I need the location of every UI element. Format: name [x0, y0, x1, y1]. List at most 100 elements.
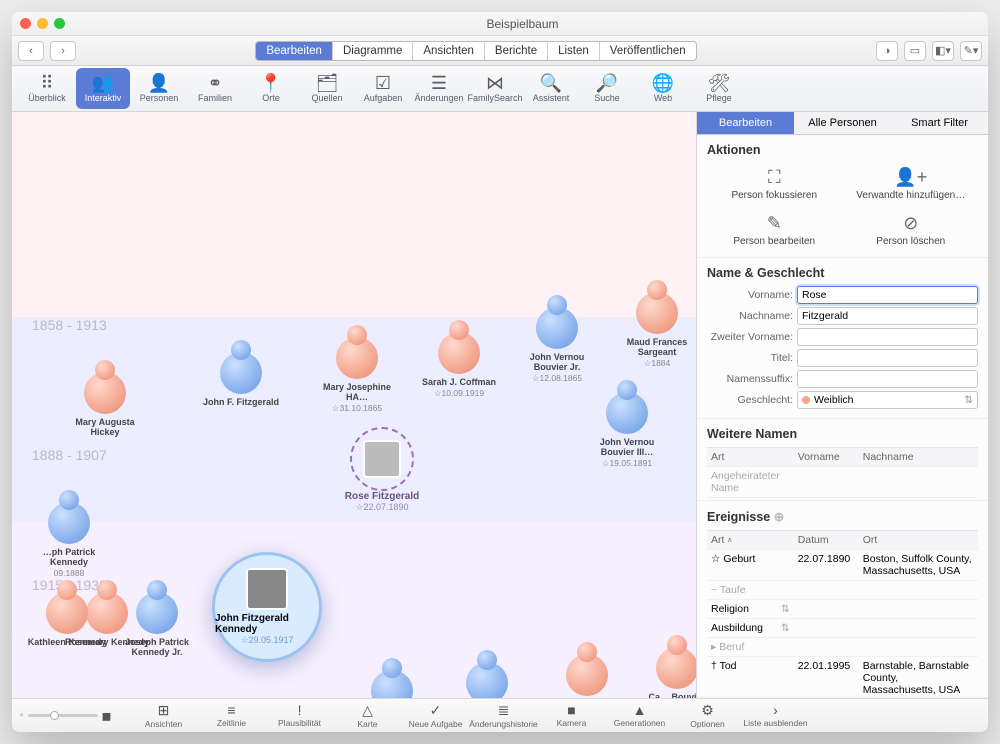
person-node[interactable]: Carolyn BESSETTE☆07.01.1966 — [542, 654, 632, 698]
info-icon[interactable]: ◑ — [876, 41, 898, 61]
seg-listen[interactable]: Listen — [548, 42, 600, 60]
tool-assistent[interactable]: 🔍Assistent — [524, 68, 578, 109]
close-icon[interactable] — [20, 18, 31, 29]
person-node[interactable]: Mary Josephine HA…☆31.10.1865 — [312, 337, 402, 414]
action-verwandte-hinzuf-gen-[interactable]: 👤+Verwandte hinzufügen… — [844, 163, 979, 205]
vorname-input[interactable] — [797, 286, 978, 304]
geschlecht-select[interactable]: Weiblich⇅ — [797, 391, 978, 409]
änderungen-icon: ☰ — [431, 74, 447, 92]
back-button[interactable]: ‹ — [18, 41, 44, 61]
web-icon: 🌐 — [652, 74, 674, 92]
nachname-input[interactable] — [797, 307, 978, 325]
seg-berichte[interactable]: Berichte — [485, 42, 548, 60]
tool-pflege[interactable]: 🛠Pflege — [692, 68, 746, 109]
bust-icon — [636, 292, 678, 334]
tree-canvas[interactable]: Rose Fitzgerald ☆22.07.1890 John Fitzger… — [12, 112, 696, 698]
person-node[interactable]: John F. Fitzgerald — [196, 352, 286, 408]
btool-karte[interactable]: △Karte — [334, 702, 402, 729]
action-person-fokussieren[interactable]: ⛶Person fokussieren — [707, 163, 842, 205]
era-label: 1888 - 1907 — [32, 447, 107, 463]
bottombar: ▫ ◼ ⊞Ansichten≡Zeitlinie!Plausibilität△K… — [12, 698, 988, 732]
photo-icon — [246, 568, 288, 610]
tool-suche[interactable]: 🔎Suche — [580, 68, 634, 109]
topbar-right: ◑ ▭ ◧▾ ✎▾ — [876, 41, 982, 61]
bust-icon — [536, 307, 578, 349]
btool-kamera[interactable]: ■Kamera — [538, 702, 606, 729]
tool-personen[interactable]: 👤Personen — [132, 68, 186, 109]
btool-optionen[interactable]: ⚙Optionen — [674, 702, 742, 729]
name-heading: Name & Geschlecht — [707, 266, 978, 280]
person-rose-selected[interactable]: Rose Fitzgerald ☆22.07.1890 — [322, 427, 442, 513]
zoom-icon[interactable] — [54, 18, 65, 29]
photo-icon — [363, 440, 401, 478]
btool-neue-aufgabe[interactable]: ✓Neue Aufgabe — [402, 702, 470, 729]
main-segmented: BearbeitenDiagrammeAnsichtenBerichteList… — [255, 41, 696, 61]
event-row[interactable]: ~ Taufe — [707, 581, 978, 600]
event-row[interactable]: Ausbildung ⇅ — [707, 619, 978, 638]
weitere-table: ArtVornameNachname Angeheirateter Name — [707, 447, 978, 498]
tool-familysearch[interactable]: ⋈FamilySearch — [468, 68, 522, 109]
zweiter-vorname-input[interactable] — [797, 328, 978, 346]
sidebar-tabs: BearbeitenAlle PersonenSmart Filter — [697, 112, 988, 135]
tag-icon[interactable]: ✎▾ — [960, 41, 982, 61]
seg-ansichten[interactable]: Ansichten — [413, 42, 485, 60]
bookmark-icon[interactable]: ◧▾ — [932, 41, 954, 61]
btool-ansichten[interactable]: ⊞Ansichten — [130, 702, 198, 729]
action-person-bearbeiten[interactable]: ✎Person bearbeiten — [707, 209, 842, 251]
assistent-icon: 🔍 — [540, 74, 562, 92]
titel-input[interactable] — [797, 349, 978, 367]
seg-diagramme[interactable]: Diagramme — [333, 42, 413, 60]
person-node[interactable]: Maud Frances Sargeant☆1884 — [612, 292, 696, 369]
titlebar: Beispielbaum — [12, 12, 988, 36]
bust-icon — [438, 332, 480, 374]
action-person-l-schen[interactable]: ⊘Person löschen — [844, 209, 979, 251]
sidebar-tab-0[interactable]: Bearbeiten — [697, 112, 794, 135]
person-node[interactable]: Sarah J. Coffman☆10.09.1919 — [414, 332, 504, 399]
sidebar-tab-2[interactable]: Smart Filter — [891, 112, 988, 135]
person-node[interactable]: Ca… Bouvi… — [632, 647, 696, 698]
tool-familien[interactable]: ⚭Familien — [188, 68, 242, 109]
event-row[interactable]: † Tod22.01.1995Barnstable, Barnstable Co… — [707, 657, 978, 698]
btool-zeitlinie[interactable]: ≡Zeitlinie — [198, 702, 266, 729]
tool-änderungen[interactable]: ☰Änderungen — [412, 68, 466, 109]
tool-überblick[interactable]: ⠿Überblick — [20, 68, 74, 109]
traffic-lights — [20, 18, 65, 29]
tool-quellen[interactable]: 🗂Quellen — [300, 68, 354, 109]
person-node[interactable]: Mary Augusta Hickey — [60, 372, 150, 438]
tool-interaktiv[interactable]: 👥Interaktiv — [76, 68, 130, 109]
seg-veröffentlichen[interactable]: Veröffentlichen — [600, 42, 696, 60]
zoom-slider[interactable]: ▫ ◼ — [20, 709, 112, 723]
event-row[interactable]: Religion ⇅ — [707, 600, 978, 619]
tool-orte[interactable]: 📍Orte — [244, 68, 298, 109]
seg-bearbeiten[interactable]: Bearbeiten — [256, 42, 333, 60]
person-node[interactable]: Patrick Bouvier Kennedy — [347, 670, 437, 698]
interaktiv-icon: 👥 — [92, 74, 114, 92]
person-node[interactable]: Kathleen Kennedy — [22, 592, 112, 648]
btool--nderungshistorie[interactable]: ≣Änderungshistorie — [470, 702, 538, 729]
person-node[interactable]: John Fitzgerald Kennedy JR☆25.11.1960 — [442, 662, 532, 698]
table-row[interactable]: Angeheirateter Name — [707, 467, 978, 498]
btool-plausibilit-t[interactable]: !Plausibilität — [266, 702, 334, 729]
btool-generationen[interactable]: ▲Generationen — [606, 702, 674, 729]
aufgaben-icon: ☑︎ — [375, 74, 391, 92]
event-row[interactable]: ▸ Beruf — [707, 638, 978, 657]
era-label: 1858 - 1913 — [32, 317, 107, 333]
bust-icon — [48, 502, 90, 544]
minimize-icon[interactable] — [37, 18, 48, 29]
forward-button[interactable]: › — [50, 41, 76, 61]
tool-aufgaben[interactable]: ☑︎Aufgaben — [356, 68, 410, 109]
panel-icon[interactable]: ▭ — [904, 41, 926, 61]
toolbar: ⠿Überblick👥Interaktiv👤Personen⚭Familien📍… — [12, 66, 988, 112]
orte-icon: 📍 — [260, 74, 282, 92]
person-node[interactable]: John Vernou Bouvier III…☆19.05.1891 — [582, 392, 672, 469]
person-node[interactable]: …ph Patrick Kennedy09.1888 — [24, 502, 114, 578]
btool-liste-ausblenden[interactable]: ›Liste ausblenden — [742, 702, 810, 729]
person-jfk-focus[interactable]: John Fitzgerald Kennedy ☆29.05.1917 — [212, 552, 322, 662]
tool-web[interactable]: 🌐Web — [636, 68, 690, 109]
familysearch-icon: ⋈ — [486, 74, 504, 92]
suffix-input[interactable] — [797, 370, 978, 388]
person-node[interactable]: John Vernou Bouvier Jr.☆12.08.1865 — [512, 307, 602, 384]
sidebar-tab-1[interactable]: Alle Personen — [794, 112, 891, 135]
event-row[interactable]: ☆ Geburt22.07.1890Boston, Suffolk County… — [707, 550, 978, 581]
section-ereignisse: Ereignisse ⊕ Art ˄DatumOrt ☆ Geburt22.07… — [697, 501, 988, 698]
